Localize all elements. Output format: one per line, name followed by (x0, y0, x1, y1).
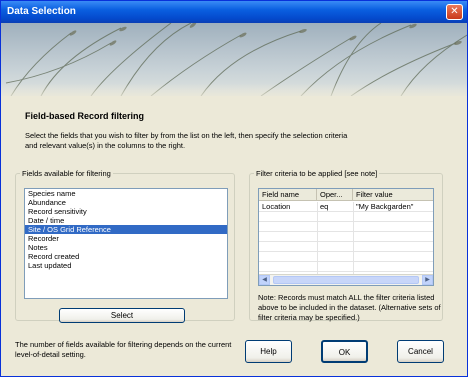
grid-rows (259, 202, 433, 274)
field-list-item[interactable]: Abundance (25, 198, 227, 207)
fields-listbox[interactable]: Species name Abundance Record sensitivit… (24, 188, 228, 299)
field-list-item[interactable]: Record created (25, 252, 227, 261)
help-button[interactable]: Help (245, 340, 292, 363)
footer-note: The number of fields available for filte… (15, 340, 232, 359)
close-button[interactable]: ✕ (446, 4, 463, 20)
fields-available-legend: Fields available for filtering (22, 169, 111, 178)
cancel-button[interactable]: Cancel (397, 340, 444, 363)
field-list-item[interactable]: Recorder (25, 234, 227, 243)
field-list-item-selected[interactable]: Site / OS Grid Reference (25, 225, 227, 234)
filter-criteria-group: Filter criteria to be applied [see note]… (249, 169, 443, 322)
scroll-thumb[interactable] (273, 276, 419, 284)
field-list-item[interactable]: Species name (25, 189, 227, 198)
criteria-cell-value[interactable]: "My Backgarden" (353, 202, 433, 212)
criteria-grid[interactable]: Field name Oper... Filter value Location… (258, 188, 434, 286)
select-button[interactable]: Select (59, 308, 185, 323)
filter-criteria-legend: Filter criteria to be applied [see note] (256, 169, 378, 178)
section-heading: Field-based Record filtering (25, 111, 145, 121)
scroll-left-icon[interactable]: ◀ (259, 275, 270, 285)
criteria-cell-operator[interactable]: eq (317, 202, 353, 212)
column-header-filter-value[interactable]: Filter value (353, 189, 433, 201)
data-selection-dialog: Data Selection ✕ Field-based Record filt… (0, 0, 468, 377)
column-divider (317, 202, 318, 274)
intro-text: Select the fields that you wish to filte… (25, 131, 348, 150)
criteria-note: Note: Records must match ALL the filter … (258, 293, 441, 322)
scroll-right-icon[interactable]: ▶ (422, 275, 433, 285)
field-list-item[interactable]: Notes (25, 243, 227, 252)
close-icon: ✕ (450, 6, 459, 17)
field-list-item[interactable]: Last updated (25, 261, 227, 270)
field-list-item[interactable]: Date / time (25, 216, 227, 225)
window-title: Data Selection (7, 6, 76, 17)
column-divider (353, 202, 354, 274)
banner-fade (1, 83, 467, 101)
criteria-cell-field[interactable]: Location (259, 202, 317, 212)
ok-button[interactable]: OK (321, 340, 368, 363)
title-bar[interactable]: Data Selection ✕ (1, 1, 467, 23)
column-header-operator[interactable]: Oper... (317, 189, 353, 201)
field-list-item[interactable]: Record sensitivity (25, 207, 227, 216)
horizontal-scrollbar[interactable]: ◀ ▶ (259, 274, 433, 285)
fields-available-group: Fields available for filtering Species n… (15, 169, 235, 323)
column-header-field-name[interactable]: Field name (259, 189, 317, 201)
grid-header: Field name Oper... Filter value (259, 189, 433, 201)
